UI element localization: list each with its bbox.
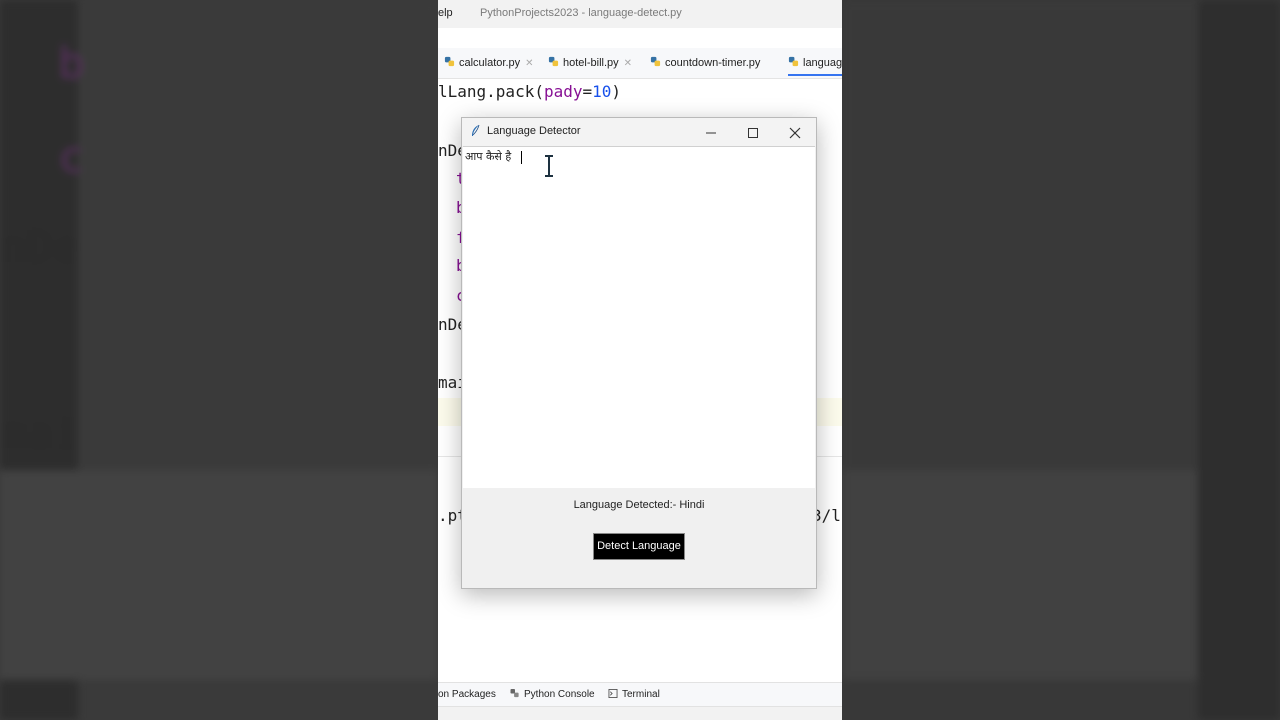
tool-terminal[interactable]: Terminal: [608, 689, 660, 700]
minimize-icon: [706, 132, 716, 134]
language-detector-window: Language Detector आप कैसे है Language De…: [461, 117, 817, 589]
close-button[interactable]: [774, 118, 816, 146]
text-cursor-icon: [545, 155, 553, 177]
python-icon: [510, 689, 519, 698]
tk-feather-icon: [472, 124, 480, 136]
status-bar: [438, 706, 842, 720]
python-file-icon: [650, 56, 661, 67]
menu-help[interactable]: elp: [438, 7, 453, 19]
window-title-bar: Language Detector: [462, 118, 816, 146]
tab-language-detect[interactable]: languag: [788, 56, 842, 76]
python-file-icon: [788, 56, 799, 67]
blurred-code-2: c: [58, 132, 85, 183]
tool-window-bar: on Packages Python Console Terminal: [438, 682, 842, 707]
tab-label: languag: [803, 57, 842, 69]
editor-tab-bar: calculator.py ✕ hotel-bill.py ✕ countdown-…: [438, 48, 842, 79]
input-text: आप कैसे है: [465, 150, 512, 163]
blurred-code-3: nDe: [0, 222, 80, 273]
tab-hotel-bill[interactable]: hotel-bill.py ✕: [548, 56, 632, 69]
text-input-area[interactable]: आप कैसे है: [463, 146, 815, 488]
tab-label: hotel-bill.py: [563, 57, 619, 69]
blurred-code-1: b: [58, 38, 85, 89]
blurred-code-4: mai: [0, 408, 80, 459]
python-file-icon: [444, 56, 455, 67]
background-right-panel: [842, 0, 1280, 720]
tool-python-console[interactable]: Python Console: [510, 689, 595, 700]
tab-label: countdown-timer.py: [665, 57, 761, 69]
detect-language-button[interactable]: Detect Language: [593, 533, 685, 560]
ide-title-bar: elp PythonProjects2023 - language-detect…: [438, 0, 842, 28]
python-file-icon: [548, 56, 559, 67]
tab-calculator[interactable]: calculator.py ✕: [444, 56, 534, 69]
close-icon: [789, 127, 801, 139]
close-icon[interactable]: ✕: [525, 58, 533, 69]
ide-window-title: PythonProjects2023 - language-detect.py: [480, 7, 682, 19]
tab-countdown-timer[interactable]: countdown-timer.py: [650, 56, 760, 69]
background-left-panel: b c nDe mai: [0, 0, 438, 720]
tab-label: calculator.py: [459, 57, 521, 69]
tool-python-packages[interactable]: on Packages: [438, 689, 496, 700]
window-title: Language Detector: [487, 125, 581, 137]
text-caret: [521, 151, 522, 164]
detected-language-label: Language Detected:- Hindi: [573, 499, 705, 511]
maximize-icon: [748, 128, 758, 138]
code-line[interactable]: lLang.pack(pady=10): [438, 82, 621, 101]
terminal-icon: [608, 689, 618, 698]
maximize-button[interactable]: [732, 118, 774, 146]
close-icon[interactable]: ✕: [624, 58, 632, 69]
minimize-button[interactable]: [690, 118, 732, 146]
